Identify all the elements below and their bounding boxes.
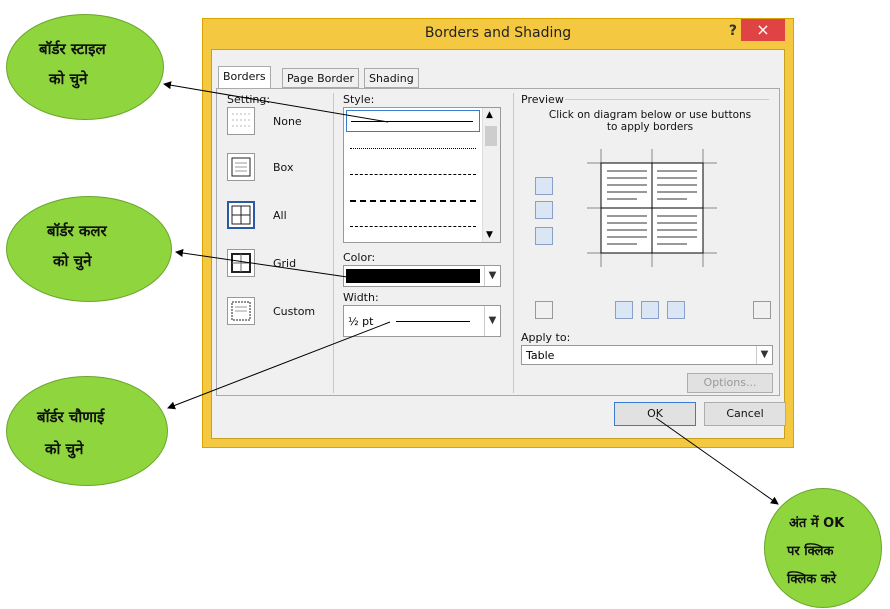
callout-color-line1: बॉर्डर कलर	[47, 222, 107, 240]
callout-color-line2: को चुने	[53, 252, 92, 270]
callout-style-line1: बॉर्डर स्टाइल	[39, 40, 106, 58]
callout-width-line1: बॉर्डर चौणाई	[37, 408, 105, 426]
callout-width-line2: को चुने	[45, 440, 84, 458]
callout-ok: अंत में OK पर क्लिक क्लिक करे	[764, 488, 882, 608]
callout-color: बॉर्डर कलर को चुने	[6, 196, 172, 302]
callout-style: बॉर्डर स्टाइल को चुने	[6, 14, 164, 120]
callout-width: बॉर्डर चौणाई को चुने	[6, 376, 168, 486]
callout-style-line2: को चुने	[49, 70, 88, 88]
callout-ok-line1: अंत में OK	[789, 516, 845, 531]
callout-ok-line3: क्लिक करे	[787, 572, 837, 587]
callout-ok-line2: पर क्लिक	[787, 544, 834, 559]
